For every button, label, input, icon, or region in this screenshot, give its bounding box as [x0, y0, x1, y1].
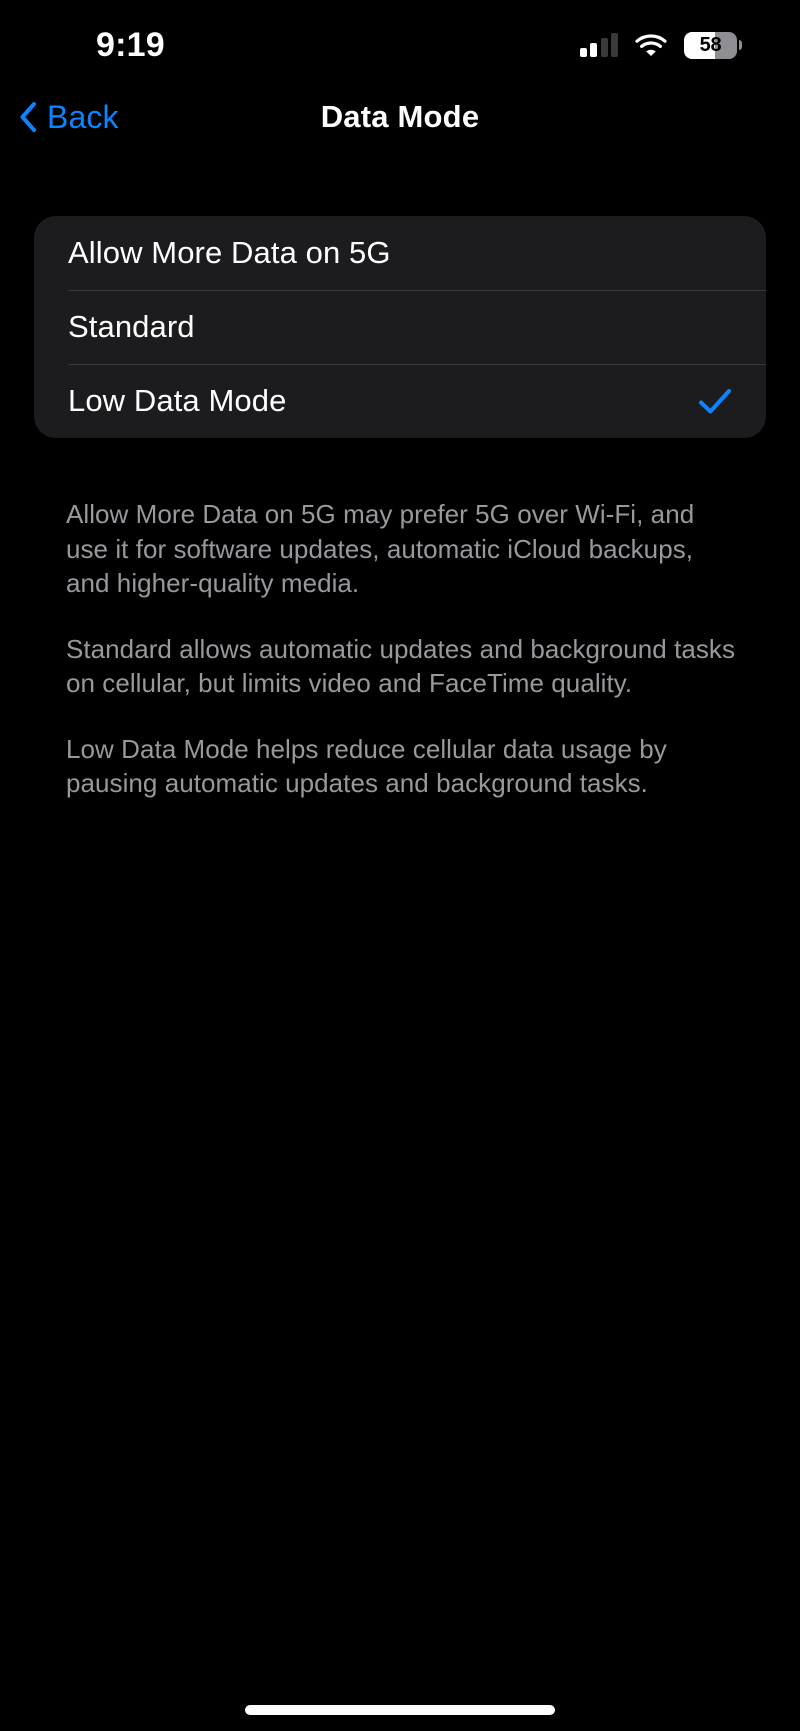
chevron-left-icon: [18, 101, 38, 133]
cellular-bars-icon: [579, 33, 618, 57]
home-indicator[interactable]: [245, 1705, 555, 1715]
option-row-low-data-mode[interactable]: Low Data Mode: [34, 364, 766, 438]
status-bar-time: 9:19: [96, 26, 165, 64]
wifi-icon: [635, 33, 667, 57]
back-button[interactable]: Back: [18, 99, 119, 136]
option-label: Standard: [68, 309, 195, 344]
back-button-label: Back: [47, 98, 119, 135]
option-row-standard[interactable]: Standard: [34, 290, 766, 364]
battery-percent-label: 58: [699, 33, 722, 56]
option-label: Low Data Mode: [68, 383, 287, 418]
iphone-screen: 9:19 58 Back Data Mode Allow More Data o…: [0, 0, 800, 1731]
status-bar: 9:19 58: [0, 0, 800, 78]
battery-icon: 58: [684, 31, 742, 59]
footnote-standard: Standard allows automatic updates and ba…: [66, 633, 736, 699]
footnote-allow-more-data: Allow More Data on 5G may prefer 5G over…: [66, 499, 695, 599]
data-mode-options-list: Allow More Data on 5G Standard Low Data …: [34, 216, 766, 438]
option-label: Allow More Data on 5G: [68, 235, 391, 270]
footnote-section: Allow More Data on 5G may prefer 5G over…: [66, 497, 740, 801]
status-bar-indicators: 58: [579, 20, 742, 59]
navigation-bar: Back Data Mode: [0, 78, 800, 156]
page-title: Data Mode: [320, 99, 480, 134]
option-row-allow-more-data-on-5g[interactable]: Allow More Data on 5G: [34, 216, 766, 290]
battery-nub: [739, 40, 742, 50]
battery-body: 58: [684, 31, 737, 59]
checkmark-icon: [698, 384, 732, 418]
footnote-low-data-mode: Low Data Mode helps reduce cellular data…: [66, 733, 667, 799]
